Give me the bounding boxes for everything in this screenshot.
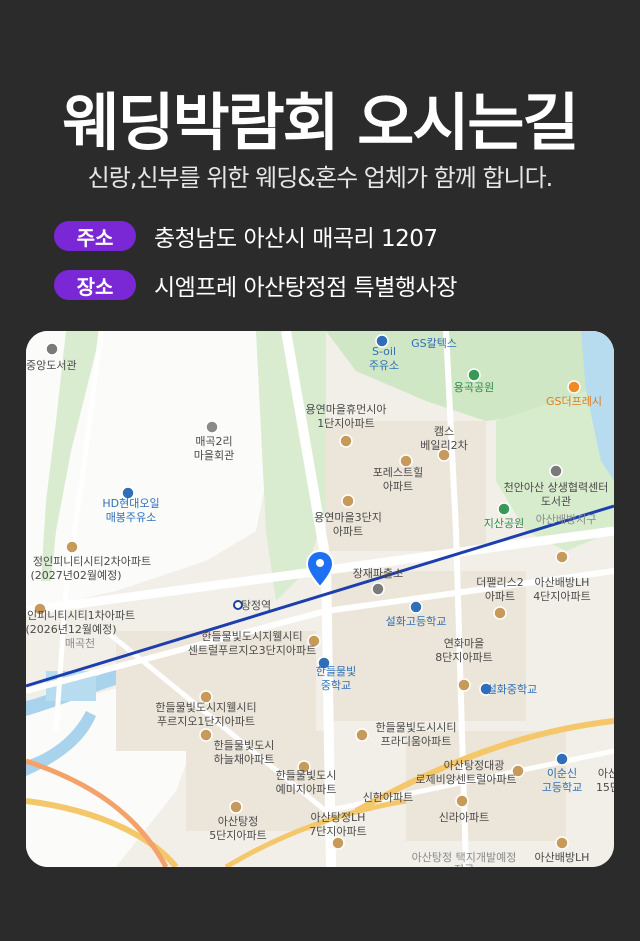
- page-title: 웨딩박람회 오시는길: [62, 86, 580, 159]
- map-label-hanbit-paradium: 한들물빛도시시티: [376, 721, 457, 734]
- map-label-seolhwa-mid: 설화중학교: [487, 683, 538, 696]
- map-label-hanbit-yemizi: 한들물빛도시: [276, 769, 337, 782]
- poi-marker-icon: [409, 600, 423, 614]
- poi-marker-icon: [199, 728, 213, 742]
- map-label-asan-baebang: 아산배방지구: [536, 513, 597, 526]
- map-label-asan-15: 아산: [598, 767, 614, 780]
- poi-marker-icon: [371, 582, 385, 596]
- map-label-yongyeon-hyumyeon-2: 1단지아파트: [317, 417, 375, 430]
- poi-marker-icon: [339, 434, 353, 448]
- map-label-lotte-central: 로제비앙센트럴아파트: [415, 773, 516, 786]
- poi-marker-icon: [555, 550, 569, 564]
- map-label-jung-infinity2: 정인피니티시티2차아파트: [33, 555, 151, 568]
- poi-marker-icon: [555, 752, 569, 766]
- address-text: 충청남도 아산시 매곡리 1207: [154, 226, 438, 252]
- map-label-camps: 캠스: [434, 425, 454, 438]
- map-label-cheonan-asan-lib: 천안아산 상생협력센터: [504, 480, 609, 494]
- map-label-yongyeon3-2: 아파트: [333, 525, 363, 538]
- poi-marker-icon: [205, 420, 219, 434]
- map-label-asan-lh4-2: 4단지아파트: [533, 590, 591, 603]
- poi-marker-icon: [455, 794, 469, 808]
- map-label-forest-hill-2: 아파트: [383, 480, 413, 493]
- venue-row: 장소 시엠프레 아산탕정점 특별행사장: [54, 268, 457, 302]
- address-tag: 주소: [54, 221, 136, 251]
- map-label-asan-lh7: 아산탕정LH: [311, 811, 366, 824]
- map-label-jisan-park: 지산공원: [484, 517, 524, 530]
- map-label-jung-infinity2-2: (2027년02월예정): [30, 569, 121, 582]
- map-label-hd-oil-2: 매봉주유소: [106, 511, 157, 524]
- poi-marker-icon: [65, 540, 79, 554]
- map-label-yisunsin-high: 이순신: [547, 767, 577, 780]
- map-label-hd-oil: HD현대오일: [102, 496, 159, 510]
- map-label-yongok-park: 용곡공원: [454, 381, 494, 394]
- map-label-maegok-hall: 매곡2리: [195, 435, 232, 448]
- map-label-cheonan-asan-lib-2: 도서관: [541, 495, 571, 508]
- poi-marker-icon: [567, 380, 581, 394]
- page-subtitle: 신랑,신부를 위한 웨딩&혼수 업체가 함께 합니다.: [87, 164, 554, 192]
- poi-marker-icon: [229, 800, 243, 814]
- map-label-hanbit-haneul: 한들물빛도시: [214, 739, 275, 752]
- poi-marker-icon: [549, 464, 563, 478]
- poi-marker-icon: [467, 368, 481, 382]
- map-label-yeonhwa8: 연화마을: [444, 637, 484, 650]
- poi-marker-icon: [555, 836, 569, 850]
- venue-text: 시엠프레 아산탕정점 특별행사장: [154, 275, 457, 301]
- map-label-s-oil: S-oil: [372, 345, 396, 358]
- map-label-shinhan-apt: 신한아파트: [363, 791, 414, 804]
- map-label-jangjae-pachulso: 장재파출소: [353, 567, 404, 580]
- map-label-yongyeon3: 용연마을3단지: [314, 511, 382, 524]
- map-label-asan-lh7-2: 7단지아파트: [309, 825, 367, 838]
- map-label-hanbit-wellsity: 한들물빛도시지웰시티: [201, 630, 302, 643]
- map-label-maegok-hall-2: 마을회관: [194, 449, 234, 462]
- poi-marker-icon: [341, 494, 355, 508]
- map-label-asan-tangjeong-daewoo: 아산탕정대광: [444, 759, 505, 772]
- map-label-camps-2: 베일리2차: [420, 438, 467, 452]
- map-label-asan-lh-bottom: 아산배방LH: [535, 851, 590, 864]
- address-row: 주소 충청남도 아산시 매곡리 1207: [54, 219, 438, 253]
- poi-marker-icon: [355, 728, 369, 742]
- map-label-gs-fresh: GS더프레시: [546, 395, 602, 408]
- map-label-seolhwa-high: 설화고등학교: [386, 615, 447, 628]
- map-label-hanbit-mid: 한들물빛: [316, 665, 356, 678]
- map-label-hanbit-paradium-2: 프라디움아파트: [381, 735, 452, 748]
- map-label-yisunsin-high-2: 고등학교: [542, 781, 582, 794]
- map-label-maegokcheon: 매곡천: [65, 636, 95, 650]
- map-label-yongyeon-hyumyeon: 용연마을휴먼시아: [306, 403, 387, 416]
- map-label-jung-infinity1: 정인피니티시티1차아파트: [26, 609, 135, 622]
- map-label-s-oil-2: 주유소: [369, 359, 399, 372]
- poi-marker-icon: [331, 836, 345, 850]
- map-label-hanbit-wellsity-2: 센트럴푸르지오3단지아파트: [188, 644, 316, 657]
- map-label-hanbit-purgio1-2: 푸르지오1단지아파트: [157, 715, 255, 728]
- map-label-yeonhwa8-2: 8단지아파트: [435, 651, 493, 664]
- map-label-hanbit-purgio1: 한들물빛도시지웰시티: [155, 701, 256, 714]
- poi-marker-icon: [497, 502, 511, 516]
- map-label-forest-hill: 포레스트힐: [373, 466, 424, 479]
- map-label-gs-caltex: GS칼텍스: [411, 337, 457, 350]
- map-label-asan-tangjeong5-2: 5단지아파트: [209, 829, 267, 842]
- poi-marker-icon: [45, 342, 59, 356]
- venue-tag: 장소: [54, 270, 136, 300]
- map-label-lib-joongang: 중앙도서관: [26, 359, 77, 372]
- map-label-hanbit-yemizi-2: 예미지아파트: [276, 783, 337, 796]
- map-label-tangjeong-station: 탕정역: [241, 599, 271, 612]
- map-label-asan-15-2: 15단: [596, 781, 614, 794]
- map-label-hanbit-mid-2: 중학교: [321, 679, 351, 692]
- poi-marker-icon: [457, 678, 471, 692]
- map-label-the-palace-2: 아파트: [485, 590, 515, 603]
- poi-marker-icon: [493, 606, 507, 620]
- map-label-shilla-apt: 신라아파트: [439, 811, 490, 824]
- map-label-jung-infinity1-2: (2026년12월예정): [26, 623, 117, 636]
- map-label-the-palace: 더팰리스2: [476, 576, 523, 589]
- map-label-hanbit-haneul-2: 하늘채아파트: [214, 752, 275, 766]
- map-label-asan-tangjeong5: 아산탕정: [218, 815, 258, 828]
- location-map[interactable]: 중앙도서관 S-oil 주유소 GS칼텍스용곡공원 GS더프레시용연마을휴먼시아 1단지아…: [26, 331, 614, 867]
- map-label-tangjeong-dev-2: 지구: [454, 863, 474, 867]
- map-label-asan-lh4: 아산배방LH: [535, 576, 590, 589]
